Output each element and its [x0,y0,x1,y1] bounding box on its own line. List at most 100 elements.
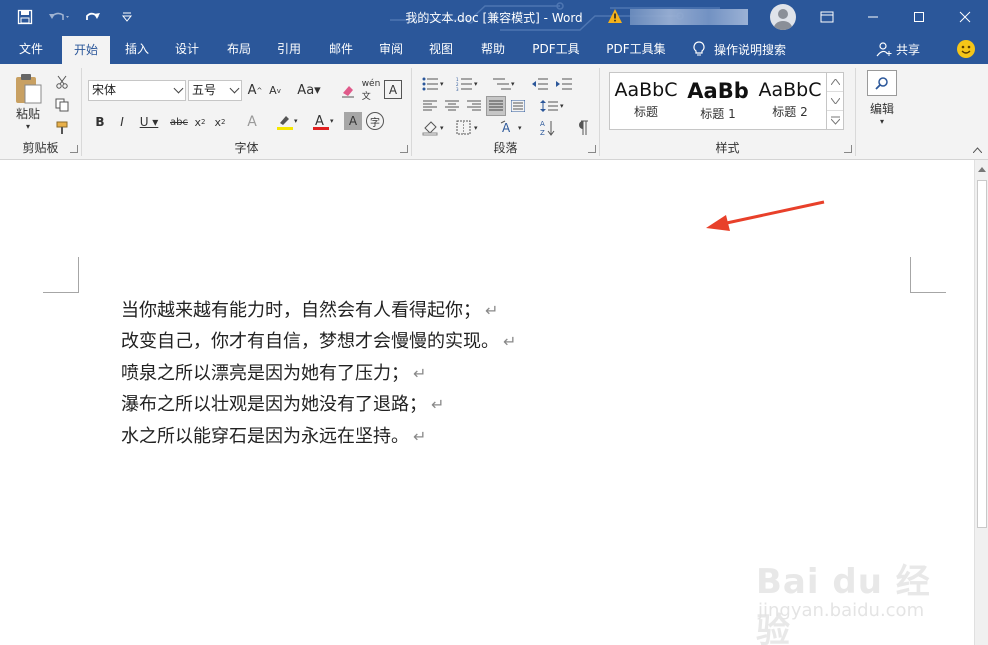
collapse-ribbon-icon[interactable] [970,144,984,156]
chevron-down-icon [229,83,240,94]
minimize-icon[interactable] [850,0,896,34]
paragraph-5[interactable]: 水之所以能穿石是因为永远在坚持。 ↵ [121,422,426,448]
tab-home[interactable]: 开始 [62,36,110,64]
paste-icon [16,74,42,104]
close-icon[interactable] [942,0,988,34]
text-effects-icon[interactable]: A [242,112,262,132]
cut-icon[interactable] [52,72,72,92]
scrollbar-thumb[interactable] [977,180,987,528]
align-right-icon[interactable] [464,96,484,116]
clear-formatting-icon[interactable] [338,80,358,101]
font-name-combo[interactable]: 宋体 [88,80,186,101]
highlight-icon[interactable]: ▾ [274,112,302,132]
numbering-icon[interactable]: 1 2 3 ▾ [454,74,482,94]
tell-me-search[interactable]: 操作说明搜索 [692,34,786,64]
warning-icon[interactable] [607,8,623,24]
font-size-combo[interactable]: 五号 [188,80,242,101]
change-case-icon[interactable]: Aa▾ [294,80,324,101]
share-person-icon [876,42,892,57]
styles-scroll-up-icon[interactable] [827,73,843,92]
maximize-icon[interactable] [896,0,942,34]
user-avatar-icon[interactable] [770,4,796,30]
underline-icon[interactable]: U ▾ [136,112,162,132]
bullets-icon[interactable]: ▾ [420,74,448,94]
justify-icon[interactable] [486,96,506,116]
tab-review[interactable]: 审阅 [370,34,412,64]
styles-launcher-icon[interactable] [844,145,852,153]
document-canvas[interactable]: 当你越来越有能力时，自然会有人看得起你； ↵ 改变自己，你才有自信，梦想才会慢慢的… [0,160,974,645]
feedback-smiley-icon[interactable] [957,40,975,58]
increase-indent-icon[interactable] [554,74,574,94]
baidu-jingyan-watermark: Bai du 经验 jingyan.baidu.com [756,548,956,645]
chinese-layout-icon[interactable]: A ▾ [498,118,528,138]
ribbon-home: 粘贴 ▾ 剪贴板 宋体 五号 A ^ Av Aa▾ wén 文 A B I U … [0,64,988,160]
bold-icon[interactable]: B [92,112,108,132]
show-marks-icon[interactable] [572,118,592,138]
svg-text:A: A [502,121,511,135]
multilevel-list-icon[interactable]: ▾ [488,74,520,94]
customize-qat-icon[interactable] [112,2,142,32]
font-launcher-icon[interactable] [400,145,408,153]
tab-references[interactable]: 引用 [268,34,310,64]
styles-group-label: 样式 [715,141,740,155]
editing-label: 编辑 [869,102,894,116]
vertical-scrollbar[interactable] [974,160,988,645]
styles-scroll-down-icon[interactable] [827,92,843,111]
borders-icon[interactable]: ▾ [454,118,484,138]
tab-view[interactable]: 视图 [420,34,462,64]
styles-more-icon[interactable] [827,111,843,130]
paste-button[interactable]: 粘贴 ▾ [10,72,46,132]
paragraph-launcher-icon[interactable] [588,145,596,153]
share-label: 共享 [896,42,921,57]
paragraph-2[interactable]: 改变自己，你才有自信，梦想才会慢慢的实现。 ↵ [121,327,516,353]
tab-design[interactable]: 设计 [166,34,208,64]
tab-help[interactable]: 帮助 [472,34,514,64]
style-heading-1[interactable]: AaBb 标题 1 [682,73,754,131]
tab-layout[interactable]: 布局 [218,34,260,64]
undo-icon[interactable] [44,2,74,32]
editing-button[interactable]: 编辑 ▾ [866,70,898,126]
scroll-up-icon[interactable] [976,162,988,176]
italic-icon[interactable]: I [114,112,130,132]
strikethrough-icon[interactable]: abc [168,112,190,132]
save-icon[interactable] [10,2,40,32]
character-border-icon[interactable]: A [384,80,402,99]
sort-icon[interactable]: AZ [538,118,558,138]
shrink-font-icon[interactable]: Av [266,80,284,101]
share-button[interactable]: 共享 [876,34,920,64]
character-shading-icon[interactable]: A [344,112,362,130]
distributed-icon[interactable] [508,96,528,116]
style-heading[interactable]: AaBbC 标题 [610,73,682,131]
style-heading-2[interactable]: AaBbC 标题 2 [754,73,826,131]
align-left-icon[interactable] [420,96,440,116]
format-painter-icon[interactable] [52,118,72,138]
font-color-icon[interactable]: A ▾ [310,112,338,132]
svg-text:▾: ▾ [440,124,444,132]
paragraph-4[interactable]: 瀑布之所以壮观是因为她没有了退路； ↵ [121,390,444,416]
align-center-icon[interactable] [442,96,462,116]
enclose-characters-icon[interactable]: 字 [366,112,384,130]
grow-font-icon[interactable]: A ^ [246,80,264,101]
paragraph-1[interactable]: 当你越来越有能力时，自然会有人看得起你； ↵ [121,296,498,322]
superscript-icon[interactable]: x2 [212,112,228,132]
redo-icon[interactable] [78,2,108,32]
svg-text:▾: ▾ [294,117,298,125]
subscript-icon[interactable]: x2 [192,112,208,132]
decrease-indent-icon[interactable] [530,74,550,94]
tab-file[interactable]: 文件 [8,34,54,64]
phonetic-guide-icon[interactable]: wén 文 [360,79,382,102]
tab-pdf-tools[interactable]: PDF工具 [526,34,586,64]
paragraph-3[interactable]: 喷泉之所以漂亮是因为她有了压力； ↵ [121,359,426,385]
copy-icon[interactable] [52,95,72,115]
line-spacing-icon[interactable]: ▾ [538,96,568,116]
clipboard-launcher-icon[interactable] [70,145,78,153]
ribbon-display-icon[interactable] [804,0,850,34]
chevron-down-icon [173,83,184,94]
tab-mailings[interactable]: 邮件 [320,34,362,64]
svg-text:▾: ▾ [560,102,564,110]
shading-icon[interactable]: ▾ [420,118,450,138]
paste-label: 粘贴 [15,107,40,121]
font-size-value: 五号 [192,83,217,97]
tab-insert[interactable]: 插入 [116,34,158,64]
tab-pdf-toolset[interactable]: PDF工具集 [600,34,672,64]
